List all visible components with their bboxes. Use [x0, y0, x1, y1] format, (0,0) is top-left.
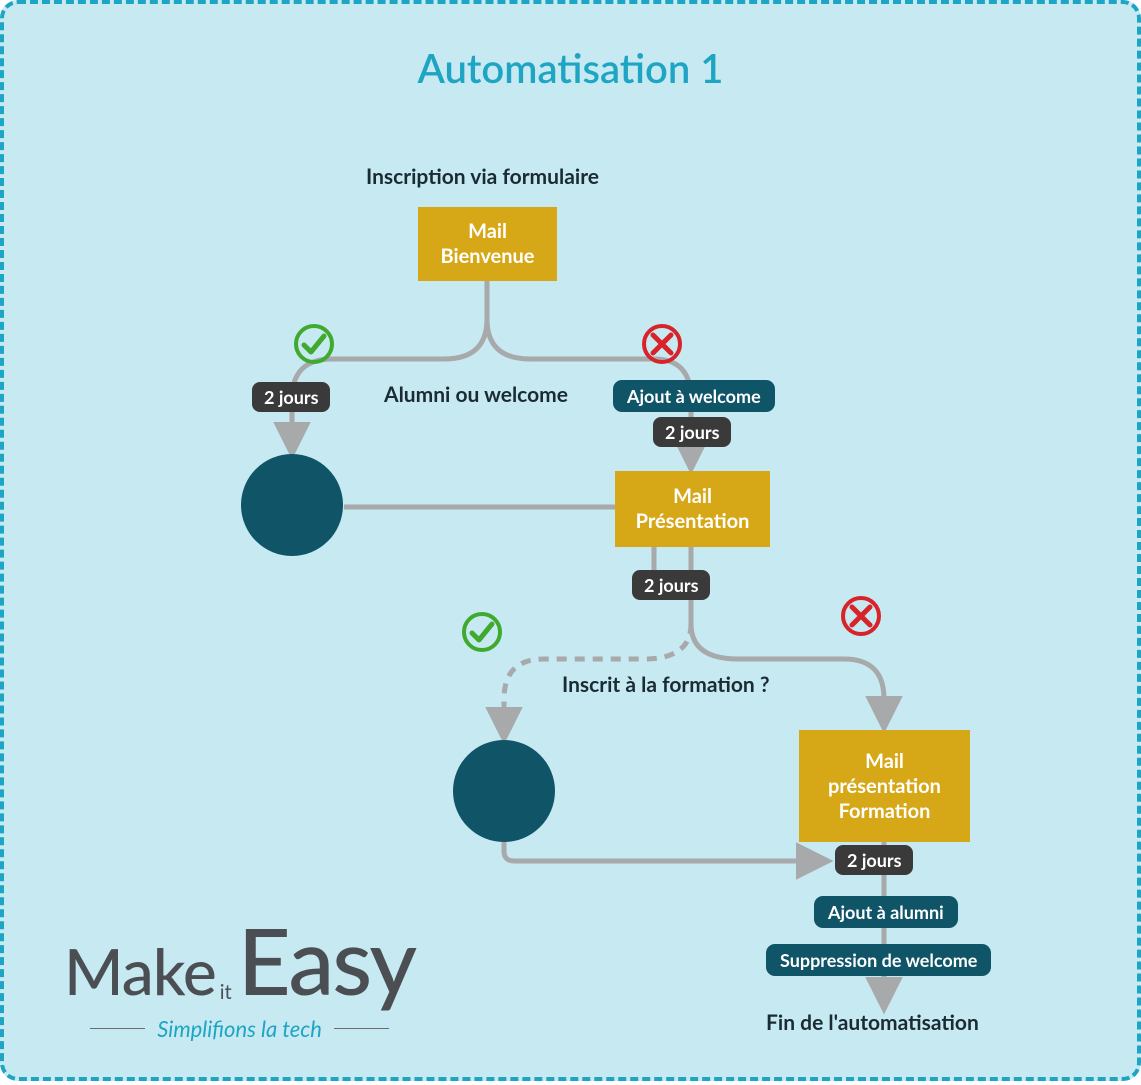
- diagram-title: Automatisation 1: [4, 44, 1137, 92]
- end-label: Fin de l'automatisation: [766, 1010, 979, 1035]
- split2-question: Inscrit à la formation ?: [562, 672, 770, 697]
- check-icon: [292, 322, 336, 366]
- mail-bienvenue-node: Mail Bienvenue: [418, 207, 557, 281]
- delay-right-1: 2 jours: [653, 417, 731, 447]
- logo-tagline: Simplifions la tech: [64, 1015, 415, 1042]
- mail-presentation-node: Mail Présentation: [615, 471, 770, 547]
- end-disc-2: [453, 740, 555, 842]
- end-disc-1: [241, 454, 343, 556]
- brand-logo: Make it Easy Simplifions la tech: [64, 923, 415, 1042]
- logo-make: Make: [64, 932, 216, 1009]
- split1-question: Alumni ou welcome: [384, 382, 568, 407]
- logo-it: it: [220, 980, 232, 1004]
- mail-formation-node: Mail présentation Formation: [799, 730, 970, 842]
- trigger-label: Inscription via formulaire: [366, 164, 599, 189]
- diagram-canvas: Automatisation 1 Inscription via formula…: [0, 0, 1141, 1081]
- delay-after-formation: 2 jours: [835, 845, 913, 875]
- delay-left: 2 jours: [252, 382, 330, 412]
- logo-easy: Easy: [238, 923, 415, 997]
- cross-icon: [839, 594, 883, 638]
- check-icon: [460, 610, 504, 654]
- delay-mid: 2 jours: [632, 570, 710, 600]
- action-add-welcome: Ajout à welcome: [613, 380, 775, 412]
- action-remove-welcome: Suppression de welcome: [766, 944, 991, 976]
- action-add-alumni: Ajout à alumni: [814, 896, 958, 928]
- cross-icon: [640, 322, 684, 366]
